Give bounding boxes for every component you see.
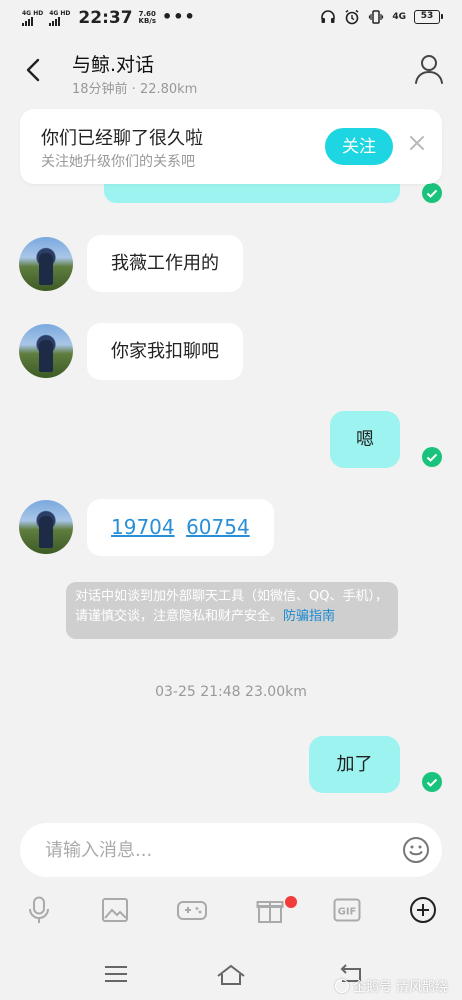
follow-button[interactable]: 关注 — [325, 128, 393, 165]
emoji-icon[interactable] — [402, 836, 430, 864]
network-type: 4G — [392, 12, 406, 22]
gif-button[interactable]: GIF — [332, 895, 362, 925]
battery-icon: 53 — [414, 10, 443, 24]
signal-2-icon: 4G HD — [49, 10, 70, 26]
outgoing-message[interactable]: 加了 — [309, 736, 400, 793]
profile-icon[interactable] — [414, 53, 444, 85]
page-title: 与鲸.对话 — [72, 54, 155, 76]
incoming-message[interactable]: 我薇工作用的 — [87, 235, 243, 292]
banner-subtitle: 关注她升级你们的关系吧 — [41, 154, 195, 170]
plus-circle-icon — [410, 897, 436, 923]
speed-unit: KB/s — [138, 17, 157, 25]
watermark-text: 企鹅号 清风鹊绕 — [352, 980, 448, 995]
menu-icon[interactable] — [101, 961, 131, 987]
contact-avatar[interactable] — [19, 324, 73, 378]
contact-avatar[interactable] — [19, 237, 73, 291]
last-seen-distance: 18分钟前 · 22.80km — [72, 82, 198, 97]
image-icon — [102, 898, 128, 922]
status-bar: 4G HD 4G HD 22:37 7.60 KB/s ••• 4G 53 — [0, 0, 462, 36]
banner-title: 你们已经聊了很久啦 — [41, 128, 203, 149]
contact-avatar[interactable] — [19, 500, 73, 554]
read-check-icon — [422, 772, 442, 792]
warning-text: 对话中如谈到加外部聊天工具（如微信、QQ、手机），请谨慎交谈，注意隐私和财产安全… — [75, 589, 388, 624]
signal-1-icon: 4G HD — [22, 10, 43, 26]
phone-number-link[interactable]: 19704 — [111, 515, 175, 539]
gamepad-icon — [177, 901, 207, 920]
image-button[interactable] — [100, 895, 130, 925]
penguin-logo-icon — [334, 978, 349, 993]
alarm-icon — [345, 9, 359, 25]
gift-icon — [256, 901, 284, 923]
home-icon[interactable] — [216, 961, 246, 987]
follow-suggestion-banner: 你们已经聊了很久啦 关注她升级你们的关系吧 关注 — [20, 109, 442, 184]
incoming-message[interactable]: 你家我扣聊吧 — [87, 323, 243, 380]
outgoing-message[interactable]: 嗯 — [330, 411, 400, 468]
gif-icon: GIF — [333, 898, 361, 922]
previous-message-bubble — [104, 182, 400, 203]
microphone-icon — [29, 896, 49, 923]
safety-warning: 对话中如谈到加外部聊天工具（如微信、QQ、手机），请谨慎交谈，注意隐私和财产安全… — [66, 582, 398, 639]
back-arrow-icon[interactable] — [20, 56, 48, 84]
chat-header: 与鲸.对话 18分钟前 · 22.80km — [0, 36, 462, 104]
vibrate-icon — [369, 10, 384, 24]
message-input[interactable] — [45, 823, 385, 877]
gift-notification-badge — [285, 896, 297, 908]
gift-button[interactable] — [255, 895, 285, 925]
close-icon[interactable] — [408, 134, 426, 152]
network-speed: 7.60 KB/s — [139, 11, 156, 25]
incoming-message: 19704 60754 — [87, 499, 274, 556]
message-input-container — [20, 823, 442, 877]
anti-fraud-guide-link[interactable]: 防骗指南 — [283, 609, 335, 624]
read-check-icon — [422, 447, 442, 467]
more-actions-button[interactable] — [408, 895, 438, 925]
chat-toolbar: GIF — [0, 895, 462, 929]
message-timestamp: 03-25 21:48 23.00km — [155, 684, 307, 700]
game-button[interactable] — [177, 895, 207, 925]
clock: 22:37 — [78, 8, 133, 28]
headphones-icon — [321, 10, 336, 23]
watermark: 企鹅号 清风鹊绕 — [334, 976, 448, 995]
more-notifications-icon: ••• — [162, 6, 196, 26]
voice-button[interactable] — [24, 895, 54, 925]
phone-number-link[interactable]: 60754 — [186, 515, 250, 539]
gif-label: GIF — [338, 907, 357, 918]
read-check-icon — [422, 183, 442, 203]
